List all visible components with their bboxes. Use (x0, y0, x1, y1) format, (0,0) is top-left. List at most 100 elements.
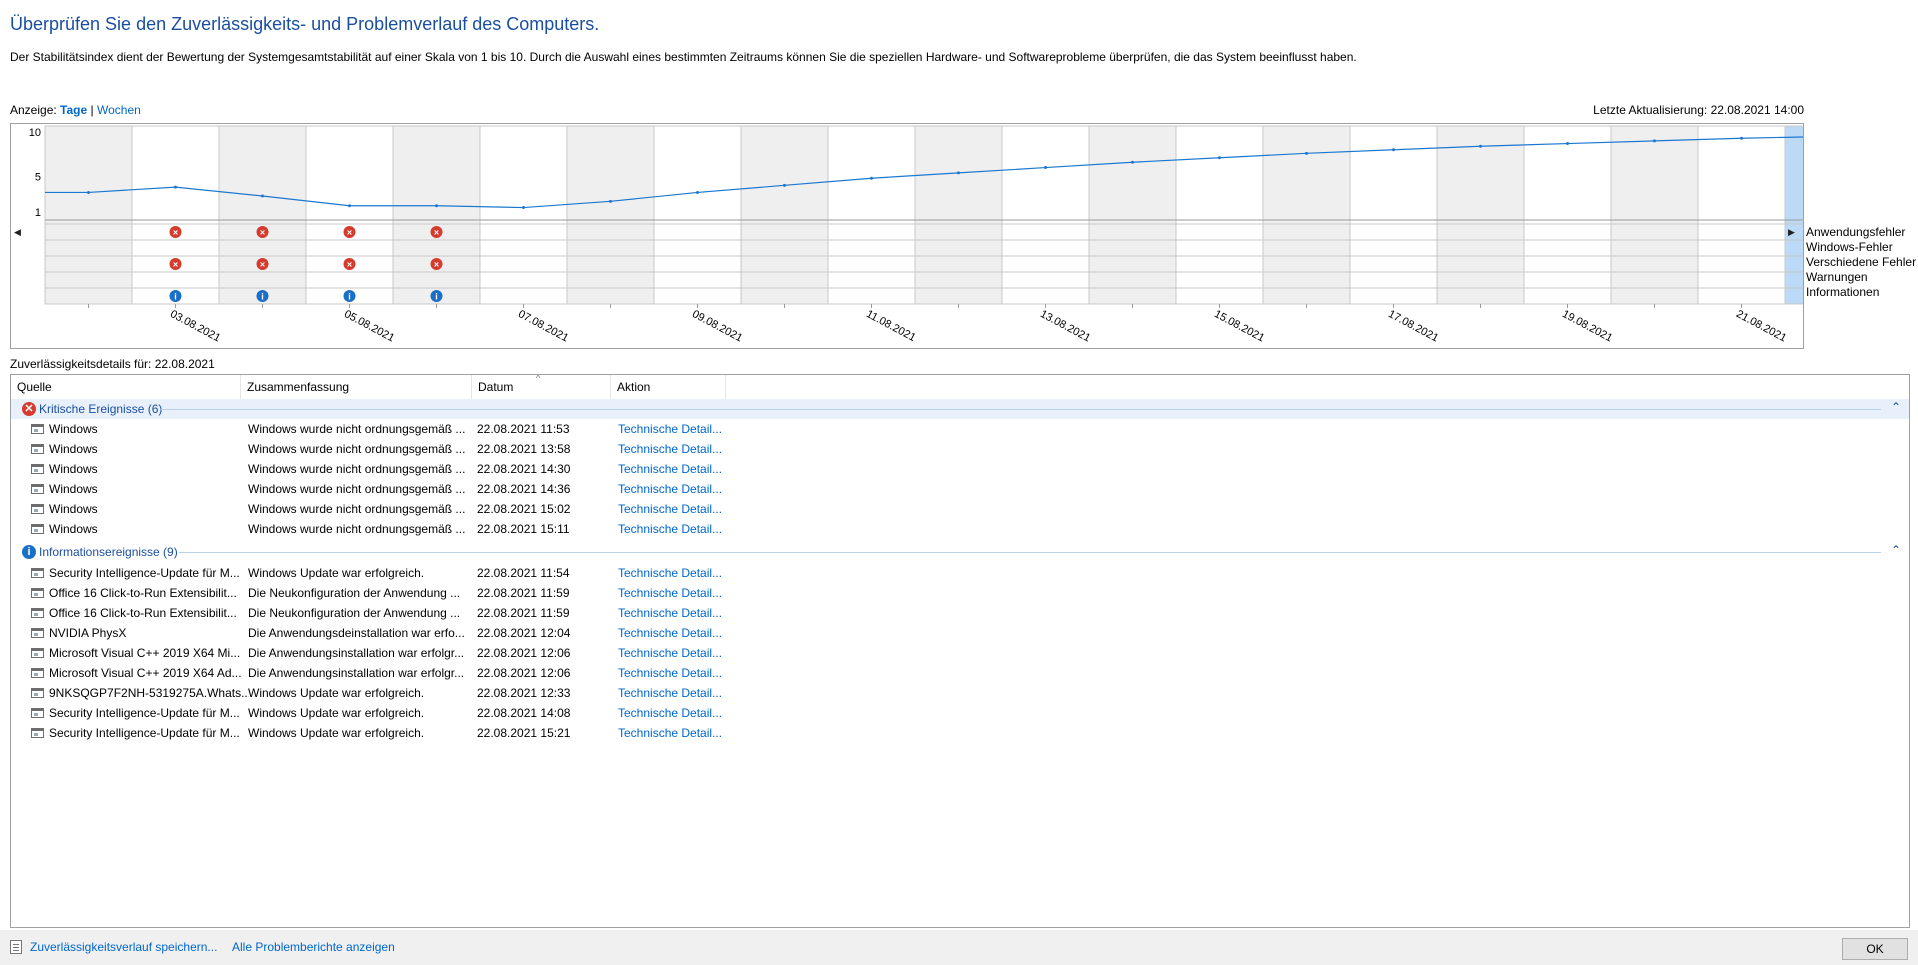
day-column[interactable] (740, 125, 829, 305)
cell-source: NVIDIA PhysX (49, 626, 127, 640)
technical-details-link[interactable]: Technische Detail... (618, 422, 738, 436)
stability-point (957, 171, 960, 175)
window-app-icon (31, 648, 44, 658)
error-event-icon[interactable]: × (343, 258, 356, 270)
table-row[interactable]: Windows Windows wurde nicht ordnungsgemä… (11, 459, 811, 479)
day-column[interactable] (827, 125, 916, 305)
day-column[interactable] (392, 125, 481, 305)
reliability-chart-svg: 1051×××××××××iiiii03.08.202105.08.202107… (29, 125, 1873, 344)
window-app-icon (31, 484, 44, 494)
table-row[interactable]: NVIDIA PhysX Die Anwendungsdeinstallatio… (11, 623, 811, 643)
cell-source: Microsoft Visual C++ 2019 X64 Ad... (49, 666, 242, 680)
ok-button[interactable]: OK (1842, 938, 1908, 960)
technical-details-link[interactable]: Technische Detail... (618, 686, 738, 700)
day-column[interactable] (1610, 125, 1699, 305)
save-history-link[interactable]: Zuverlässigkeitsverlauf speichern... (30, 940, 217, 954)
y-tick-label: 1 (35, 207, 41, 219)
day-column[interactable] (479, 125, 568, 305)
technical-details-link[interactable]: Technische Detail... (618, 646, 738, 660)
table-row[interactable]: Windows Windows wurde nicht ordnungsgemä… (11, 519, 811, 539)
scroll-right-button[interactable]: ▶ (1788, 227, 1795, 238)
x-date-label: 13.08.2021 (1038, 308, 1092, 344)
table-row[interactable]: Microsoft Visual C++ 2019 X64 Ad... Die … (11, 663, 811, 683)
day-column[interactable] (1088, 125, 1177, 305)
y-tick-label: 10 (29, 127, 41, 139)
technical-details-link[interactable]: Technische Detail... (618, 442, 738, 456)
table-row[interactable]: Windows Windows wurde nicht ordnungsgemä… (11, 439, 811, 459)
cell-summary: Windows Update war erfolgreich. (248, 726, 425, 740)
x-date-label: 15.08.2021 (1212, 308, 1266, 344)
table-row[interactable]: Office 16 Click-to-Run Extensibilit... D… (11, 603, 811, 623)
technical-details-link[interactable]: Technische Detail... (618, 726, 738, 740)
error-event-icon[interactable]: × (430, 226, 443, 238)
technical-details-link[interactable]: Technische Detail... (618, 586, 738, 600)
technical-details-link[interactable]: Technische Detail... (618, 666, 738, 680)
error-event-icon[interactable]: × (343, 226, 356, 238)
table-row[interactable]: Office 16 Click-to-Run Extensibilit... D… (11, 583, 811, 603)
column-header-date[interactable]: Datum (472, 375, 611, 399)
view-all-reports-link[interactable]: Alle Problemberichte anzeigen (232, 940, 395, 954)
day-column[interactable] (131, 125, 220, 305)
technical-details-link[interactable]: Technische Detail... (618, 706, 738, 720)
table-row[interactable]: Windows Windows wurde nicht ordnungsgemä… (11, 479, 811, 499)
day-column[interactable] (44, 125, 133, 305)
stability-point (261, 194, 264, 198)
stability-point (1740, 136, 1743, 140)
view-weeks-link[interactable]: Wochen (97, 103, 141, 117)
error-event-icon[interactable]: × (256, 226, 269, 238)
column-header-action[interactable]: Aktion (611, 375, 726, 399)
selected-day-column[interactable] (1784, 125, 1873, 305)
error-event-icon[interactable]: × (169, 226, 182, 238)
day-column[interactable] (1697, 125, 1786, 305)
cell-date: 22.08.2021 14:36 (477, 482, 571, 496)
scroll-left-button[interactable]: ◀ (14, 227, 21, 238)
table-row[interactable]: Microsoft Visual C++ 2019 X64 Mi... Die … (11, 643, 811, 663)
technical-details-link[interactable]: Technische Detail... (618, 502, 738, 516)
collapse-chevron-icon[interactable]: ⌃ (1891, 543, 1901, 557)
technical-details-link[interactable]: Technische Detail... (618, 606, 738, 620)
info-event-icon[interactable]: i (169, 290, 182, 302)
table-row[interactable]: Security Intelligence-Update für M... Wi… (11, 563, 811, 583)
info-event-icon[interactable]: i (343, 290, 356, 302)
day-column[interactable] (1349, 125, 1438, 305)
legend-warnings: Warnungen (1806, 270, 1868, 284)
y-tick-label: 5 (35, 171, 41, 183)
technical-details-link[interactable]: Technische Detail... (618, 462, 738, 476)
day-column[interactable] (1523, 125, 1612, 305)
reliability-chart[interactable]: 1051×××××××××iiiii03.08.202105.08.202107… (10, 123, 1873, 349)
stability-point (87, 190, 90, 194)
table-row[interactable]: Security Intelligence-Update für M... Wi… (11, 723, 811, 743)
day-column[interactable] (1001, 125, 1090, 305)
day-column[interactable] (1436, 125, 1525, 305)
error-event-icon[interactable]: × (169, 258, 182, 270)
cell-source: 9NKSQGP7F2NH-5319275A.Whats... (49, 686, 249, 700)
column-header-summary[interactable]: Zusammenfassung (241, 375, 472, 399)
technical-details-link[interactable]: Technische Detail... (618, 482, 738, 496)
group-information-events[interactable]: i Informationsereignisse (9) ⌃ (11, 542, 1909, 562)
day-column[interactable] (914, 125, 1003, 305)
error-event-icon[interactable]: × (430, 258, 443, 270)
collapse-chevron-icon[interactable]: ⌃ (1891, 400, 1901, 414)
technical-details-link[interactable]: Technische Detail... (618, 566, 738, 580)
group-critical-events[interactable]: ✕ Kritische Ereignisse (6) ⌃ (11, 399, 1909, 419)
error-event-icon[interactable]: × (256, 258, 269, 270)
cell-date: 22.08.2021 11:59 (477, 586, 570, 600)
day-column[interactable] (566, 125, 655, 305)
technical-details-link[interactable]: Technische Detail... (618, 626, 738, 640)
info-event-icon[interactable]: i (256, 290, 269, 302)
day-column[interactable] (218, 125, 307, 305)
technical-details-link[interactable]: Technische Detail... (618, 522, 738, 536)
table-row[interactable]: Windows Windows wurde nicht ordnungsgemä… (11, 419, 811, 439)
day-column[interactable] (1175, 125, 1264, 305)
stability-point (609, 199, 612, 203)
info-event-icon[interactable]: i (430, 290, 443, 302)
cell-source: Windows (49, 522, 98, 536)
table-row[interactable]: 9NKSQGP7F2NH-5319275A.Whats... Windows U… (11, 683, 811, 703)
table-row[interactable]: Security Intelligence-Update für M... Wi… (11, 703, 811, 723)
cell-date: 22.08.2021 11:59 (477, 606, 570, 620)
table-row[interactable]: Windows Windows wurde nicht ordnungsgemä… (11, 499, 811, 519)
day-column[interactable] (653, 125, 742, 305)
day-column[interactable] (305, 125, 394, 305)
column-header-source[interactable]: Quelle (11, 375, 241, 399)
view-days-link[interactable]: Tage (60, 103, 87, 117)
